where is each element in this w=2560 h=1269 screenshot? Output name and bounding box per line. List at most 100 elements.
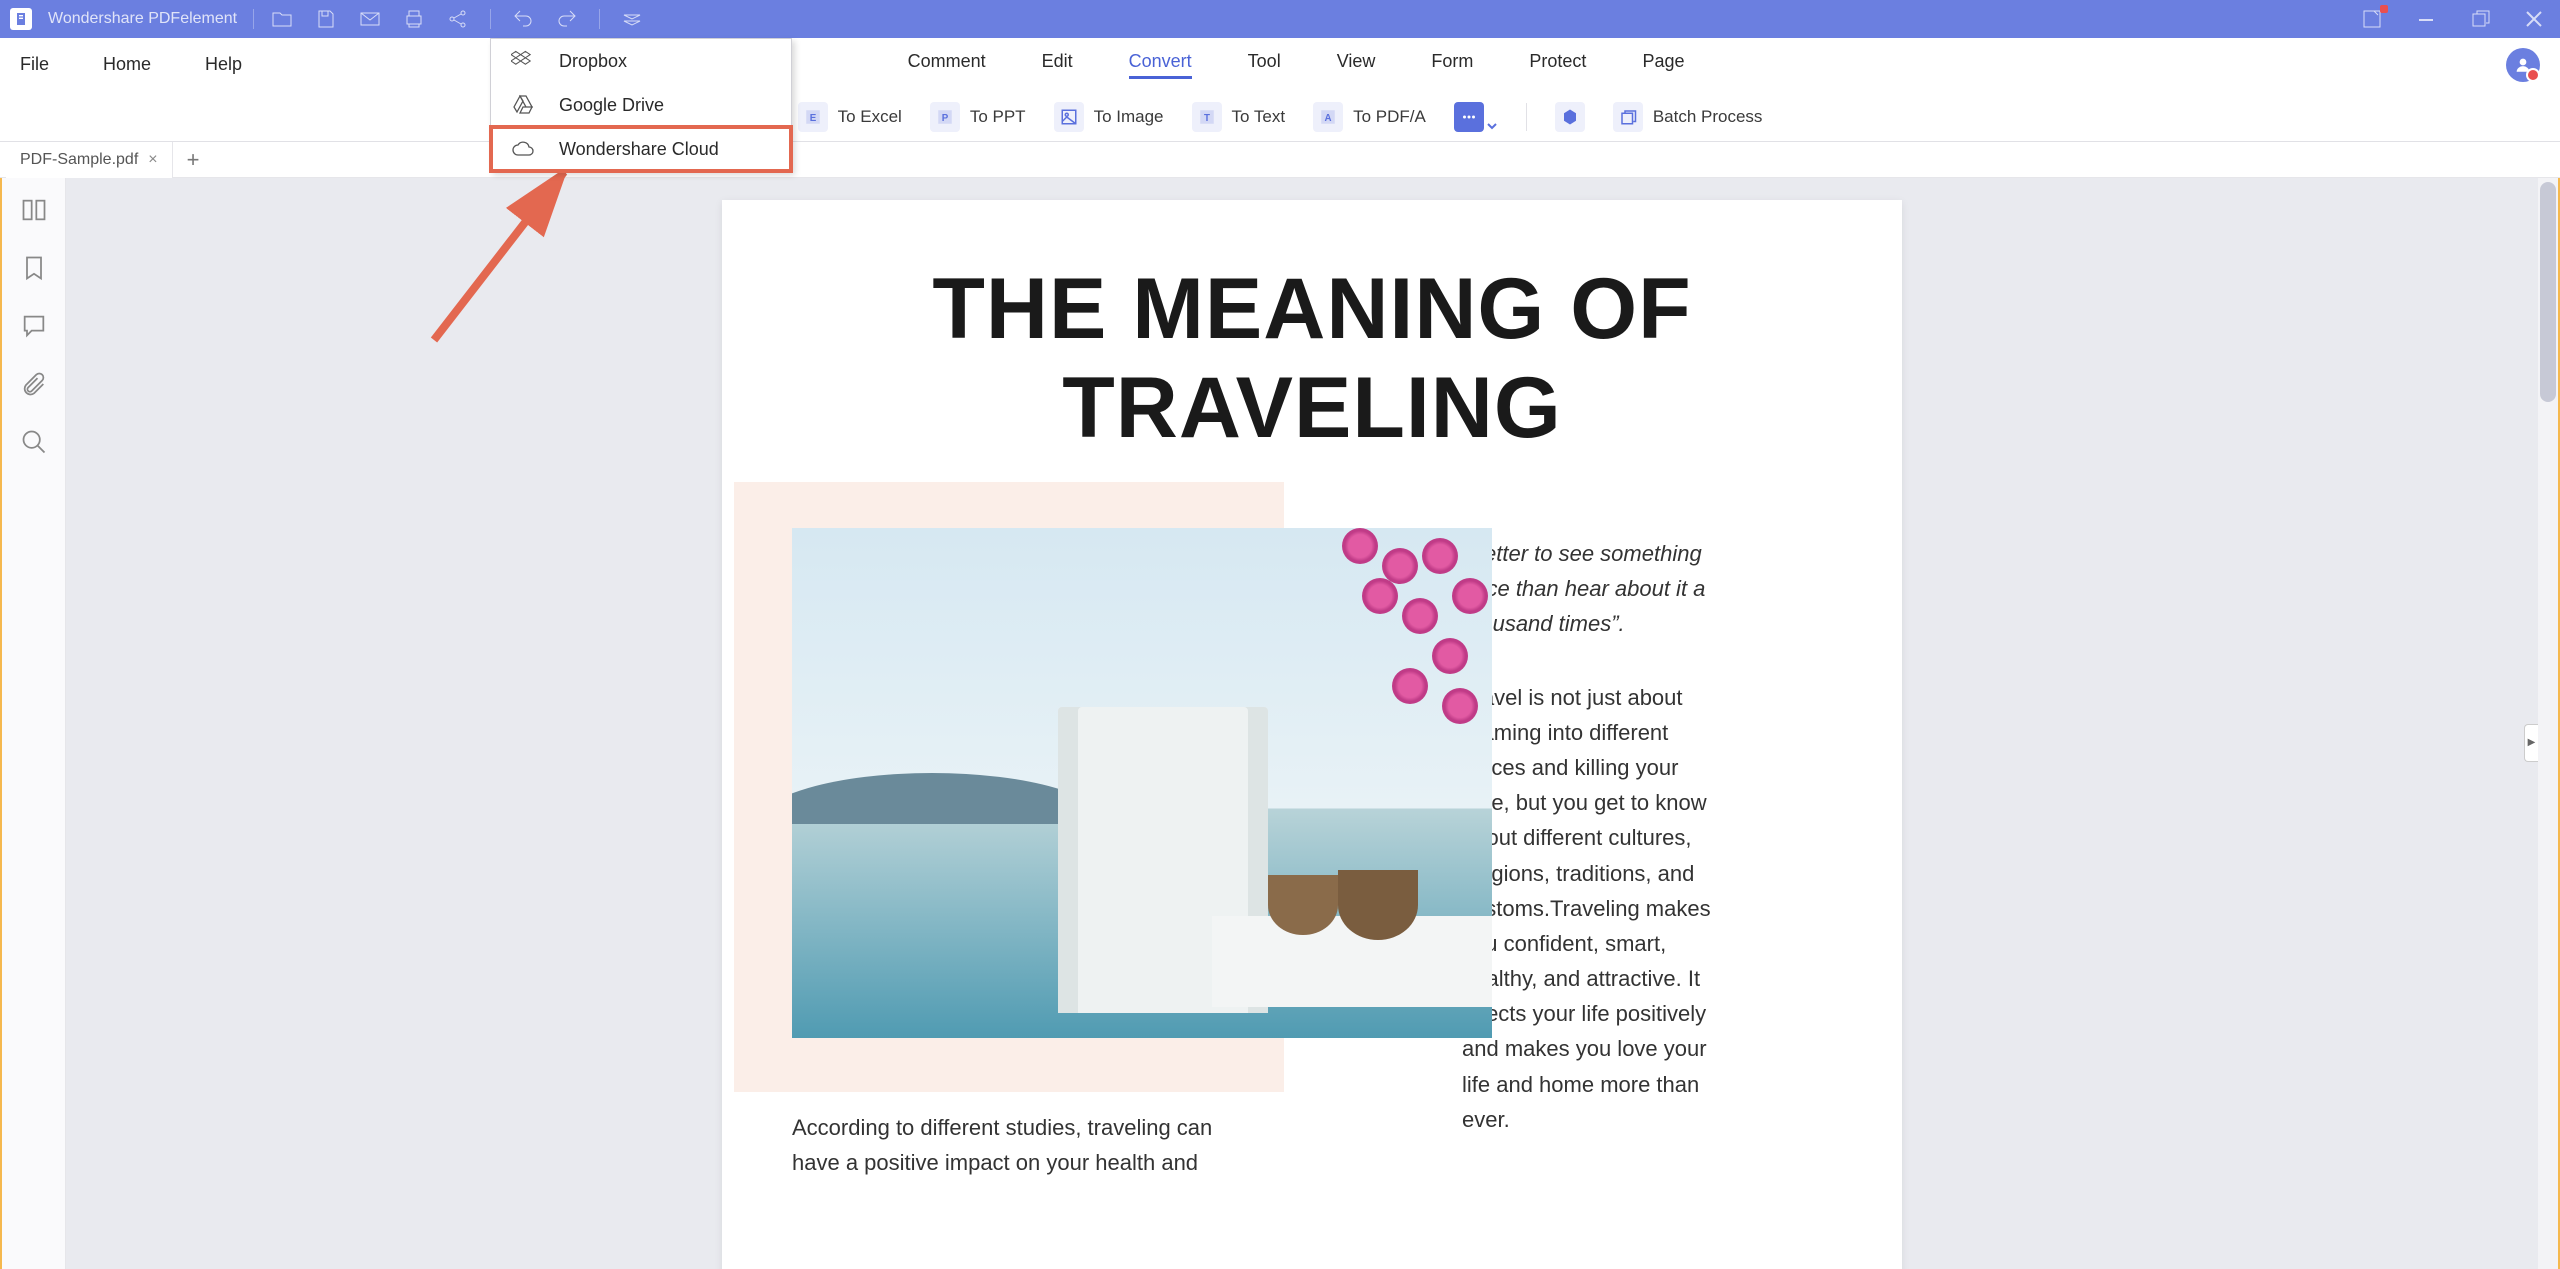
search-icon[interactable] <box>20 428 48 456</box>
workspace: ◀ THE MEANING OF TRAVELING <box>0 178 2560 1269</box>
ppt-icon: P <box>930 102 960 132</box>
tool-label: To Excel <box>838 107 902 127</box>
menu-help[interactable]: Help <box>205 54 242 75</box>
add-tab-button[interactable]: + <box>173 147 214 173</box>
tool-to-image[interactable]: To Image <box>1054 102 1164 132</box>
tool-label: To PDF/A <box>1353 107 1426 127</box>
tool-to-text[interactable]: T To Text <box>1192 102 1286 132</box>
close-tab-icon[interactable]: × <box>148 151 157 169</box>
separator <box>599 9 600 29</box>
svg-text:E: E <box>809 112 816 123</box>
image-icon <box>1054 102 1084 132</box>
chevron-down-icon <box>1486 120 1498 132</box>
document-tab-label: PDF-Sample.pdf <box>20 151 138 169</box>
document-image <box>792 528 1492 1038</box>
thumbnails-icon[interactable] <box>20 196 48 224</box>
tab-comment[interactable]: Comment <box>908 51 986 79</box>
menu-home[interactable]: Home <box>103 54 151 75</box>
dropdown-google-drive[interactable]: Google Drive <box>491 83 791 127</box>
svg-text:P: P <box>942 112 949 123</box>
tab-form[interactable]: Form <box>1431 51 1473 79</box>
dropdown-label: Dropbox <box>559 51 627 72</box>
expand-right-handle[interactable]: ▶ <box>2524 724 2538 762</box>
tool-to-pdfa[interactable]: A To PDF/A <box>1313 102 1426 132</box>
side-panel <box>2 178 66 1269</box>
tab-edit[interactable]: Edit <box>1042 51 1073 79</box>
excel-icon: E <box>798 102 828 132</box>
open-icon[interactable] <box>270 7 294 31</box>
annotation-arrow <box>424 160 584 363</box>
user-avatar[interactable] <box>2506 48 2540 82</box>
maximize-icon[interactable] <box>2468 7 2492 31</box>
tool-more[interactable] <box>1454 102 1498 132</box>
document-tab[interactable]: PDF-Sample.pdf × <box>6 142 173 178</box>
close-icon[interactable] <box>2522 7 2546 31</box>
menu-file[interactable]: File <box>20 54 49 75</box>
dropdown-toggle-icon[interactable] <box>620 7 644 31</box>
dropdown-wondershare-cloud[interactable]: Wondershare Cloud <box>491 127 791 171</box>
quick-actions <box>270 7 644 31</box>
more-icon <box>1454 102 1484 132</box>
cloud-icon <box>511 137 535 161</box>
app-title: Wondershare PDFelement <box>48 10 237 28</box>
pdfa-icon: A <box>1313 102 1343 132</box>
tab-protect[interactable]: Protect <box>1529 51 1586 79</box>
comments-icon[interactable] <box>20 312 48 340</box>
app-icon <box>10 8 32 30</box>
tool-to-excel[interactable]: E To Excel <box>798 102 902 132</box>
tool-batch-process[interactable]: Batch Process <box>1613 102 1763 132</box>
toolbar-group: E To Excel P To PPT To Image T To Text A… <box>798 102 1763 132</box>
tab-convert[interactable]: Convert <box>1129 51 1192 79</box>
menu-right <box>2490 48 2540 82</box>
tool-label: To Text <box>1232 107 1286 127</box>
document-text-right: “Better to see something once than hear … <box>1462 528 1722 1180</box>
google-drive-icon <box>511 93 535 117</box>
separator <box>490 9 491 29</box>
tool-label: Batch Process <box>1653 107 1763 127</box>
scrollbar-thumb[interactable] <box>2540 182 2556 402</box>
tool-converter[interactable] <box>1555 102 1585 132</box>
tool-label: To Image <box>1094 107 1164 127</box>
tool-to-ppt[interactable]: P To PPT <box>930 102 1026 132</box>
vertical-scrollbar[interactable] <box>2538 178 2558 1269</box>
print-icon[interactable] <box>402 7 426 31</box>
dropdown-label: Google Drive <box>559 95 664 116</box>
batch-icon <box>1613 102 1643 132</box>
document-text-below: According to different studies, travelin… <box>792 1110 1232 1180</box>
window-controls <box>2360 7 2550 31</box>
svg-text:T: T <box>1204 112 1210 123</box>
separator <box>1526 103 1527 131</box>
bookmarks-icon[interactable] <box>20 254 48 282</box>
redo-icon[interactable] <box>555 7 579 31</box>
dropbox-icon <box>511 49 535 73</box>
save-icon[interactable] <box>314 7 338 31</box>
separator <box>253 9 254 29</box>
share-dropdown: Dropbox Google Drive Wondershare Cloud <box>490 38 792 172</box>
hex-icon <box>1555 102 1585 132</box>
dropdown-dropbox[interactable]: Dropbox <box>491 39 791 83</box>
mail-icon[interactable] <box>358 7 382 31</box>
dropdown-label: Wondershare Cloud <box>559 139 719 160</box>
attachments-icon[interactable] <box>20 370 48 398</box>
document-title: THE MEANING OF TRAVELING <box>792 260 1832 458</box>
document-paragraph: Travel is not just about roaming into di… <box>1462 680 1722 1137</box>
minimize-icon[interactable] <box>2414 7 2438 31</box>
tab-tool[interactable]: Tool <box>1248 51 1281 79</box>
tab-view[interactable]: View <box>1337 51 1376 79</box>
ribbon-tabs: Comment Edit Convert Tool View Form Prot… <box>908 51 1685 79</box>
document-page: THE MEANING OF TRAVELING <box>722 200 1902 1269</box>
document-tabs: PDF-Sample.pdf × + <box>0 142 2560 178</box>
share-icon[interactable] <box>446 7 470 31</box>
svg-text:A: A <box>1325 112 1332 123</box>
document-quote: “Better to see something once than hear … <box>1462 536 1722 642</box>
convert-toolbar: E To Excel P To PPT To Image T To Text A… <box>0 92 2560 142</box>
menu-bar: File Home Help Comment Edit Convert Tool… <box>0 38 2560 92</box>
menu-left: File Home Help <box>20 54 242 75</box>
undo-icon[interactable] <box>511 7 535 31</box>
titlebar-left: Wondershare PDFelement <box>10 7 644 31</box>
title-bar: Wondershare PDFelement <box>0 0 2560 38</box>
notification-icon[interactable] <box>2360 7 2384 31</box>
image-section: According to different studies, travelin… <box>792 528 1412 1180</box>
tab-page[interactable]: Page <box>1642 51 1684 79</box>
text-icon: T <box>1192 102 1222 132</box>
